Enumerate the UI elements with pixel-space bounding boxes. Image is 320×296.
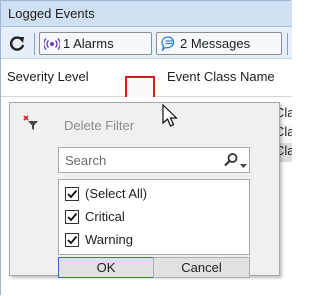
- cancel-button[interactable]: Cancel: [153, 257, 250, 278]
- column-event-class-name[interactable]: Event Class Name: [167, 69, 275, 84]
- checkbox[interactable]: [65, 187, 79, 201]
- alarms-label: 1 Alarms: [63, 36, 114, 51]
- toolbar: 1 Alarms 2 Messages: [1, 27, 292, 59]
- logged-events-panel: Logged Events 1 Alarms 2 Messages Severi…: [0, 0, 292, 296]
- message-icon: [161, 36, 177, 54]
- toolbar-separator: [287, 33, 288, 55]
- funnel-delete-icon: [23, 115, 39, 131]
- checkbox[interactable]: [65, 210, 79, 224]
- delete-filter-item[interactable]: Delete Filter: [10, 103, 279, 141]
- filter-value-list: (Select All) Critical Warning: [58, 179, 250, 255]
- column-severity-level[interactable]: Severity Level: [7, 69, 89, 84]
- checkmark-icon: [67, 235, 78, 245]
- filter-item-label: Critical: [85, 209, 125, 224]
- toolbar-separator: [34, 33, 35, 55]
- mouse-cursor-icon: [161, 103, 181, 129]
- chevron-down-icon[interactable]: [240, 157, 247, 168]
- messages-label: 2 Messages: [180, 36, 251, 51]
- filter-item-label: (Select All): [85, 186, 148, 201]
- panel-title: Logged Events: [1, 1, 292, 27]
- alarm-icon: [43, 37, 61, 54]
- alarms-button[interactable]: 1 Alarms: [39, 32, 152, 55]
- filter-popup: Delete Filter (Se: [9, 102, 280, 278]
- search-input[interactable]: [59, 148, 219, 172]
- ok-button[interactable]: OK: [58, 257, 154, 278]
- messages-button[interactable]: 2 Messages: [156, 32, 282, 55]
- checkmark-icon: [67, 212, 78, 222]
- delete-filter-label: Delete Filter: [64, 118, 135, 133]
- search-icon[interactable]: [223, 152, 239, 168]
- checkmark-icon: [67, 189, 78, 199]
- checkbox[interactable]: [65, 233, 79, 247]
- refresh-icon[interactable]: [7, 34, 27, 54]
- filter-item-label: Warning: [85, 232, 133, 247]
- search-field: [58, 147, 250, 173]
